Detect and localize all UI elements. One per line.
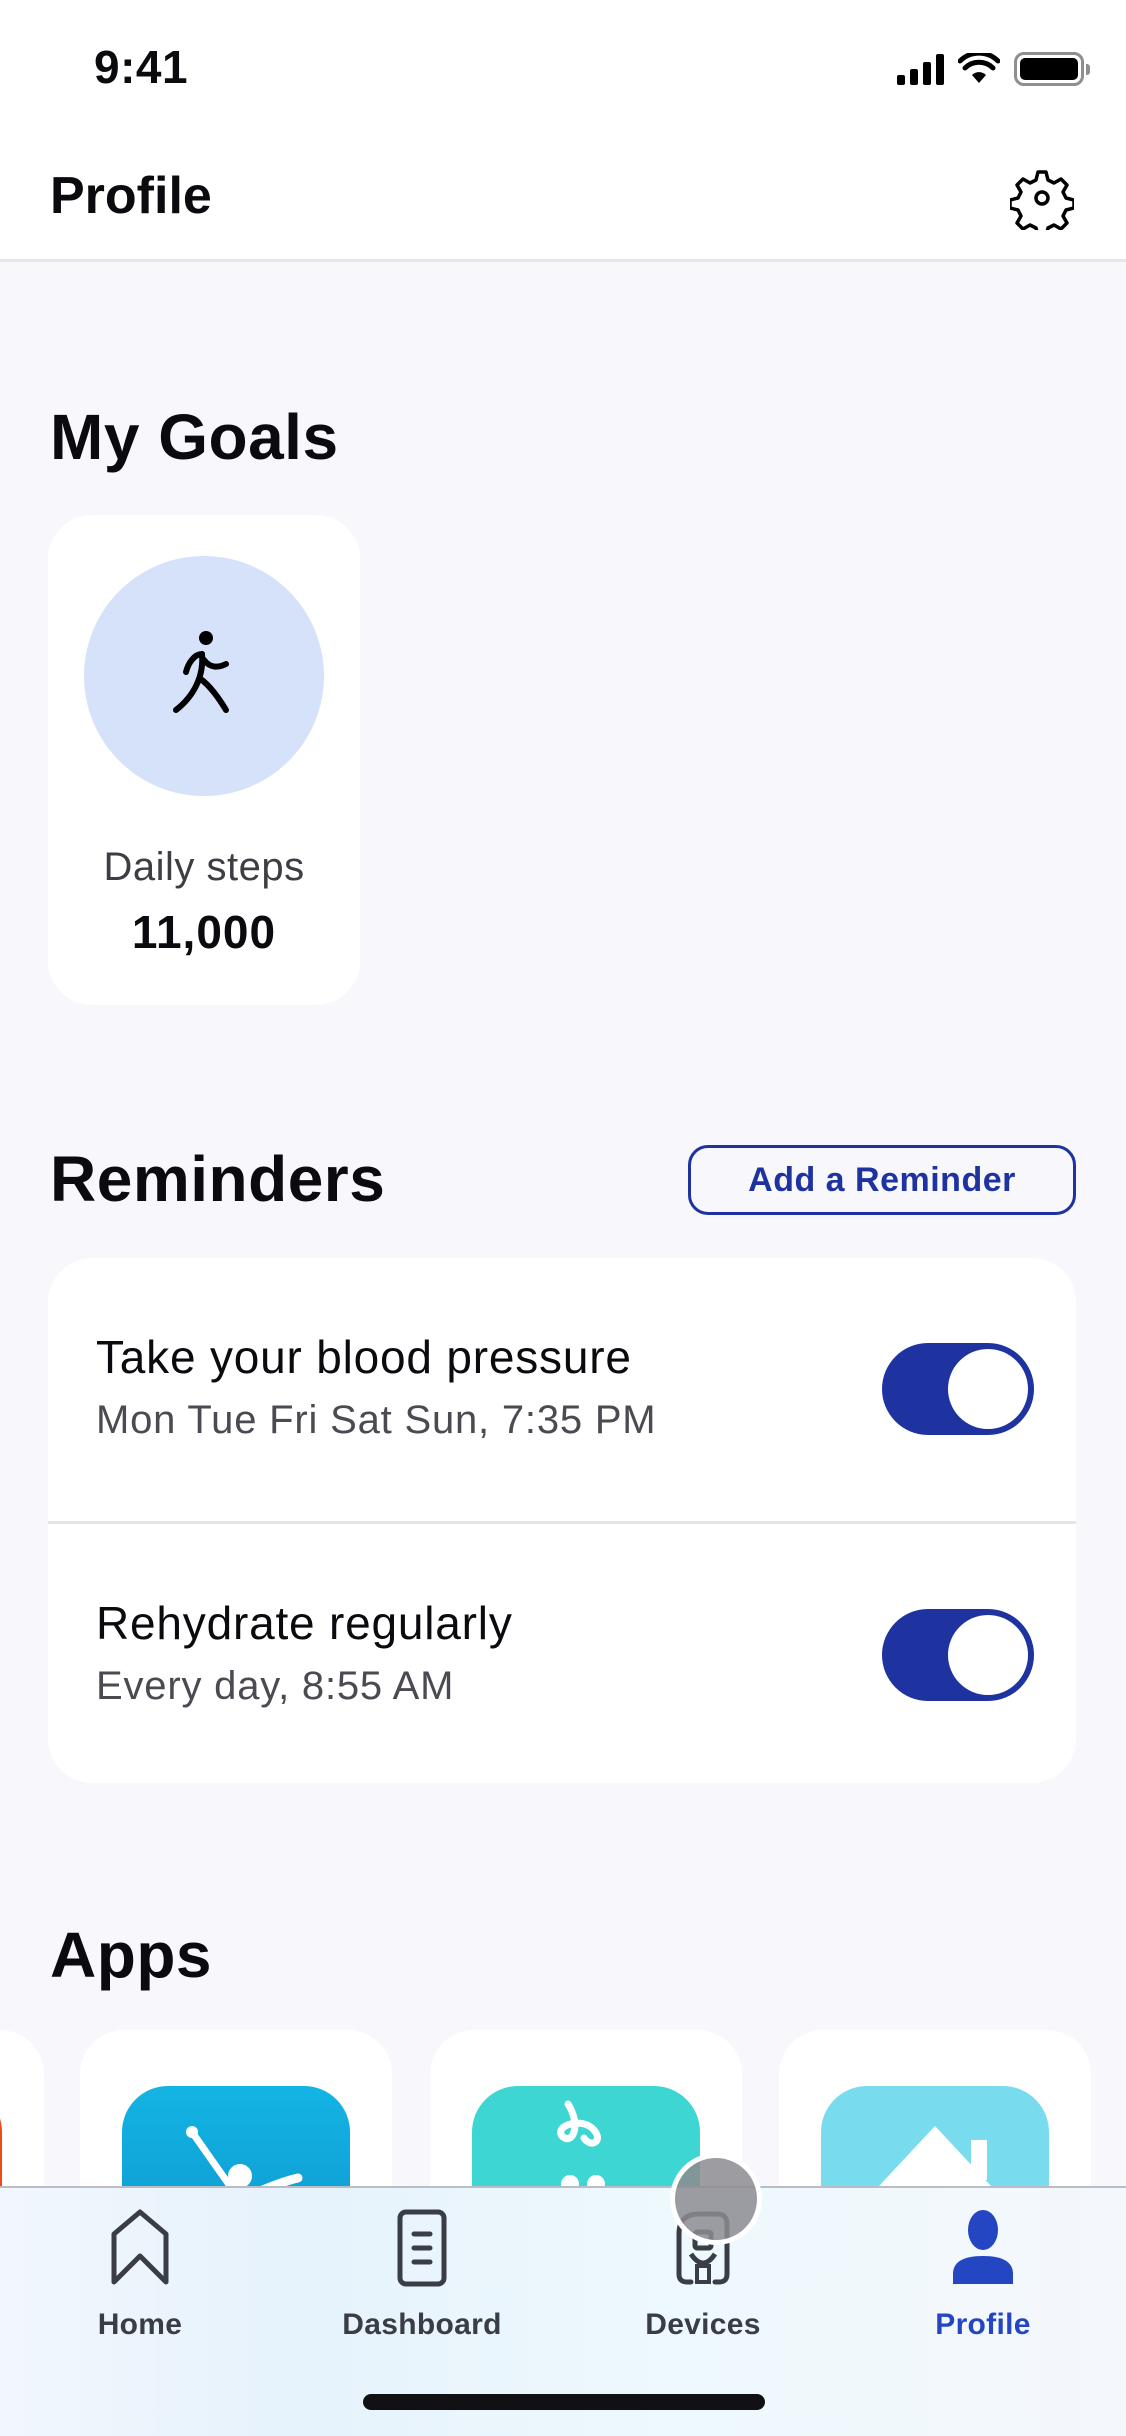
status-icons [897,52,1090,86]
status-bar: 9:41 [0,0,1126,136]
reminder-schedule: Every day, 8:55 AM [96,1664,455,1708]
dashboard-icon [397,2209,447,2287]
goals-section-title: My Goals [50,401,339,473]
reminder-title: Rehydrate regularly [96,1597,513,1649]
tab-home[interactable]: Home [30,2208,250,2348]
gear-icon[interactable] [1010,166,1074,230]
toggle-knob [948,1615,1028,1695]
tab-dashboard[interactable]: Dashboard [312,2208,532,2348]
reminders-section-title: Reminders [50,1143,386,1215]
touch-indicator [670,2153,762,2245]
goal-value: 11,000 [131,906,277,958]
tab-label: Devices [645,2308,761,2341]
goal-card-daily-steps[interactable]: Daily steps 11,000 [48,515,360,1005]
reminder-item[interactable]: Rehydrate regularly Every day, 8:55 AM [48,1521,1076,1783]
home-indicator[interactable] [363,2394,765,2410]
walking-person-icon [173,631,229,713]
wifi-icon [958,53,1000,83]
profile-icon [953,2210,1013,2284]
tab-label: Dashboard [342,2308,502,2341]
page-title: Profile [50,167,212,225]
reminders-list: Take your blood pressure Mon Tue Fri Sat… [48,1258,1076,1783]
tab-profile[interactable]: Profile [873,2208,1093,2348]
home-icon [111,2209,169,2285]
cellular-signal-icon [897,53,944,85]
reminder-toggle[interactable] [882,1609,1034,1701]
apps-section-title: Apps [50,1919,212,1991]
tab-label: Profile [935,2308,1031,2341]
goal-label: Daily steps [103,845,305,889]
add-reminder-button[interactable]: Add a Reminder [688,1145,1076,1215]
top-header: Profile [0,136,1126,262]
reminder-item[interactable]: Take your blood pressure Mon Tue Fri Sat… [48,1258,1076,1521]
reminder-schedule: Mon Tue Fri Sat Sun, 7:35 PM [96,1398,657,1442]
battery-icon [1014,52,1090,86]
toggle-knob [948,1349,1028,1429]
tab-label: Home [97,2308,183,2341]
status-time: 9:41 [94,41,189,93]
reminder-title: Take your blood pressure [96,1331,632,1383]
goal-icon-circle [84,556,324,796]
reminder-toggle[interactable] [882,1343,1034,1435]
